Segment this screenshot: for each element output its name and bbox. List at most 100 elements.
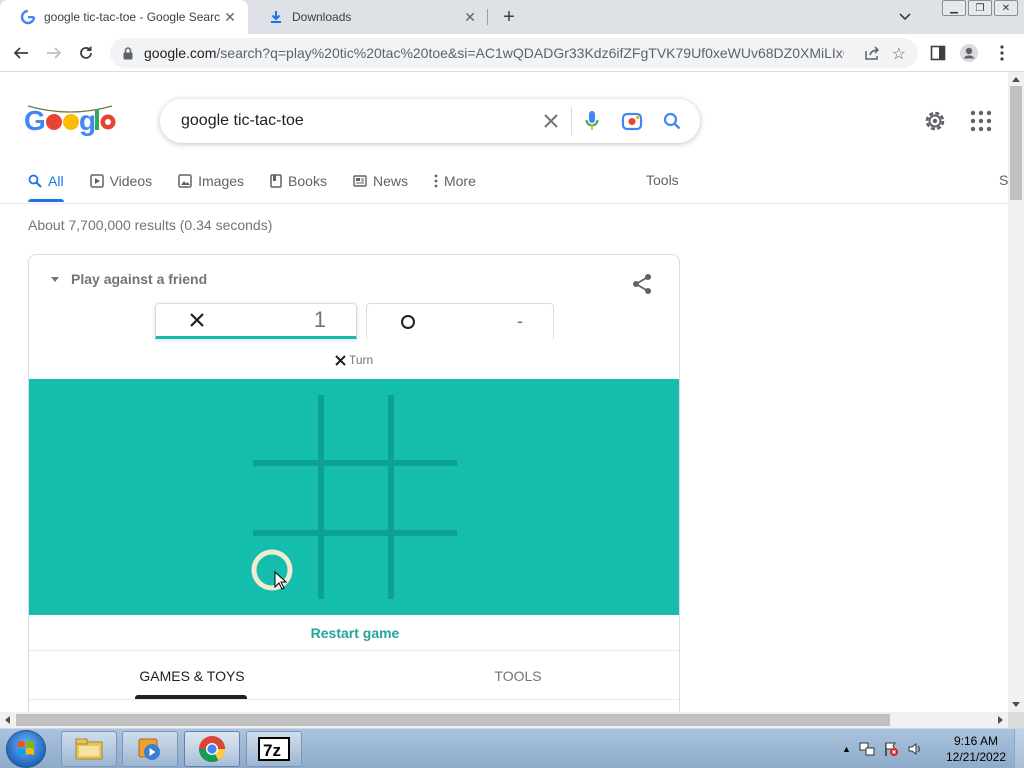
minimize-button[interactable]: ▁	[942, 0, 966, 16]
volume-icon[interactable]	[907, 741, 923, 757]
windows-taskbar: 7z ▲ 9:16 AM 12/21/2022	[0, 728, 1024, 768]
tab-title: google tic-tac-toe - Google Search	[44, 10, 220, 24]
chrome-menu-icon[interactable]	[990, 41, 1014, 65]
horizontal-scrollbar[interactable]	[0, 712, 1008, 728]
tab-tools[interactable]: TOOLS	[355, 652, 679, 699]
search-results-page: G g google tic-tac-toe All Videos Images…	[0, 72, 1008, 712]
show-desktop-button[interactable]	[1014, 729, 1024, 768]
player-x-score: 1	[155, 303, 357, 339]
tab-separator	[487, 9, 488, 25]
share-icon[interactable]	[631, 273, 653, 295]
nav-label: News	[372, 173, 408, 189]
nav-label: Videos	[109, 173, 153, 189]
side-panel-icon[interactable]	[926, 41, 950, 65]
nav-label: Books	[288, 173, 327, 189]
nav-divider	[0, 203, 1008, 204]
turn-indicator: Turn	[335, 353, 373, 367]
restart-game-button[interactable]: Restart game	[29, 615, 679, 651]
media-player-icon	[138, 738, 160, 760]
x-turn-icon	[335, 354, 346, 366]
scroll-right-arrow-icon[interactable]	[998, 716, 1003, 724]
action-center-flag-icon[interactable]	[883, 741, 899, 757]
lens-camera-icon[interactable]	[612, 99, 652, 143]
clear-search-icon[interactable]	[531, 99, 571, 143]
board-cell-2[interactable]	[321, 393, 389, 461]
board-cell-9[interactable]	[391, 533, 459, 601]
show-hidden-icons-icon[interactable]: ▲	[842, 744, 851, 754]
close-tab-icon[interactable]: ✕	[220, 7, 240, 27]
reload-icon[interactable]	[74, 41, 98, 65]
tab-google-search[interactable]: google tic-tac-toe - Google Search ✕	[0, 0, 248, 34]
board-cell-4[interactable]	[251, 463, 319, 531]
scroll-left-arrow-icon[interactable]	[5, 716, 10, 724]
window-controls: ▁ ❐ ✕	[940, 0, 1018, 16]
nav-tab-all[interactable]: All	[28, 172, 64, 190]
board-cell-6[interactable]	[391, 463, 459, 531]
svg-text:7z: 7z	[263, 741, 281, 760]
search-input[interactable]: google tic-tac-toe	[181, 112, 531, 130]
tab-search-chevron-icon[interactable]	[895, 8, 915, 26]
nav-tab-videos[interactable]: Videos	[89, 172, 153, 190]
more-vert-icon	[434, 174, 438, 188]
address-bar[interactable]: google.com/search?q=play%20tic%20tac%20t…	[110, 38, 918, 68]
search-submit-icon[interactable]	[652, 99, 692, 143]
settings-gear-icon[interactable]	[922, 108, 948, 134]
taskbar-clock[interactable]: 9:16 AM 12/21/2022	[938, 733, 1014, 765]
horizontal-scroll-thumb[interactable]	[16, 714, 890, 726]
close-tab-icon[interactable]: ✕	[460, 7, 480, 27]
board-cell-8[interactable]	[321, 533, 389, 601]
search-box[interactable]: google tic-tac-toe	[160, 99, 700, 143]
x-score-value: 1	[313, 307, 326, 332]
nav-label: Images	[198, 173, 245, 189]
turn-label: Turn	[349, 353, 374, 367]
board-cell-3[interactable]	[391, 393, 459, 461]
board-cell-5[interactable]	[321, 463, 389, 531]
network-icon[interactable]	[859, 741, 875, 757]
scroll-down-arrow-icon[interactable]	[1012, 702, 1020, 707]
forward-arrow-icon[interactable]	[42, 41, 66, 65]
url-text: google.com/search?q=play%20tic%20tac%20t…	[144, 45, 844, 61]
tab-games-and-toys[interactable]: GAMES & TOYS	[29, 652, 355, 699]
nav-overflow-text[interactable]: S	[999, 172, 1008, 188]
lock-icon[interactable]	[120, 46, 136, 60]
game-mode-label: Play against a friend	[71, 271, 208, 287]
svg-text:G: G	[24, 105, 45, 136]
download-icon	[268, 9, 284, 25]
tab-downloads[interactable]: Downloads ✕	[248, 0, 488, 34]
google-apps-icon[interactable]	[970, 110, 992, 132]
mouse-cursor-icon	[274, 571, 288, 590]
game-board	[29, 379, 679, 615]
board-cell-1[interactable]	[251, 393, 319, 461]
vertical-scroll-thumb[interactable]	[1010, 86, 1022, 200]
vertical-scrollbar[interactable]	[1008, 72, 1024, 712]
game-mode-dropdown[interactable]: Play against a friend	[51, 271, 207, 287]
nav-tab-images[interactable]: Images	[178, 172, 244, 190]
o-score-value: -	[517, 311, 523, 331]
profile-avatar-icon[interactable]	[957, 41, 981, 65]
nav-label: More	[443, 173, 476, 189]
file-explorer-icon	[75, 738, 103, 760]
taskbar-file-explorer[interactable]	[61, 731, 117, 767]
restore-button[interactable]: ❐	[968, 0, 992, 16]
taskbar-media-player[interactable]	[122, 731, 178, 767]
nav-active-indicator	[28, 199, 64, 202]
scroll-up-arrow-icon[interactable]	[1012, 77, 1020, 82]
close-window-button[interactable]: ✕	[994, 0, 1018, 16]
back-arrow-icon[interactable]	[9, 41, 33, 65]
voice-search-icon[interactable]	[572, 99, 612, 143]
google-favicon-icon	[20, 9, 36, 25]
tools-button[interactable]: Tools	[646, 172, 679, 188]
google-doodle-logo[interactable]: G g	[24, 104, 116, 146]
nav-tab-news[interactable]: News	[353, 172, 408, 190]
start-button[interactable]	[6, 730, 46, 768]
video-icon	[89, 174, 104, 188]
clock-time: 9:16 AM	[953, 734, 999, 748]
new-tab-button[interactable]: +	[498, 6, 520, 28]
dropdown-caret-icon	[51, 276, 59, 282]
nav-tab-books[interactable]: Books	[270, 172, 327, 190]
share-page-icon[interactable]	[864, 45, 880, 66]
nav-tab-more[interactable]: More	[434, 172, 476, 190]
taskbar-chrome[interactable]	[184, 731, 240, 767]
bookmark-star-icon[interactable]: ☆	[892, 44, 906, 64]
taskbar-7zip[interactable]: 7z	[246, 731, 302, 767]
